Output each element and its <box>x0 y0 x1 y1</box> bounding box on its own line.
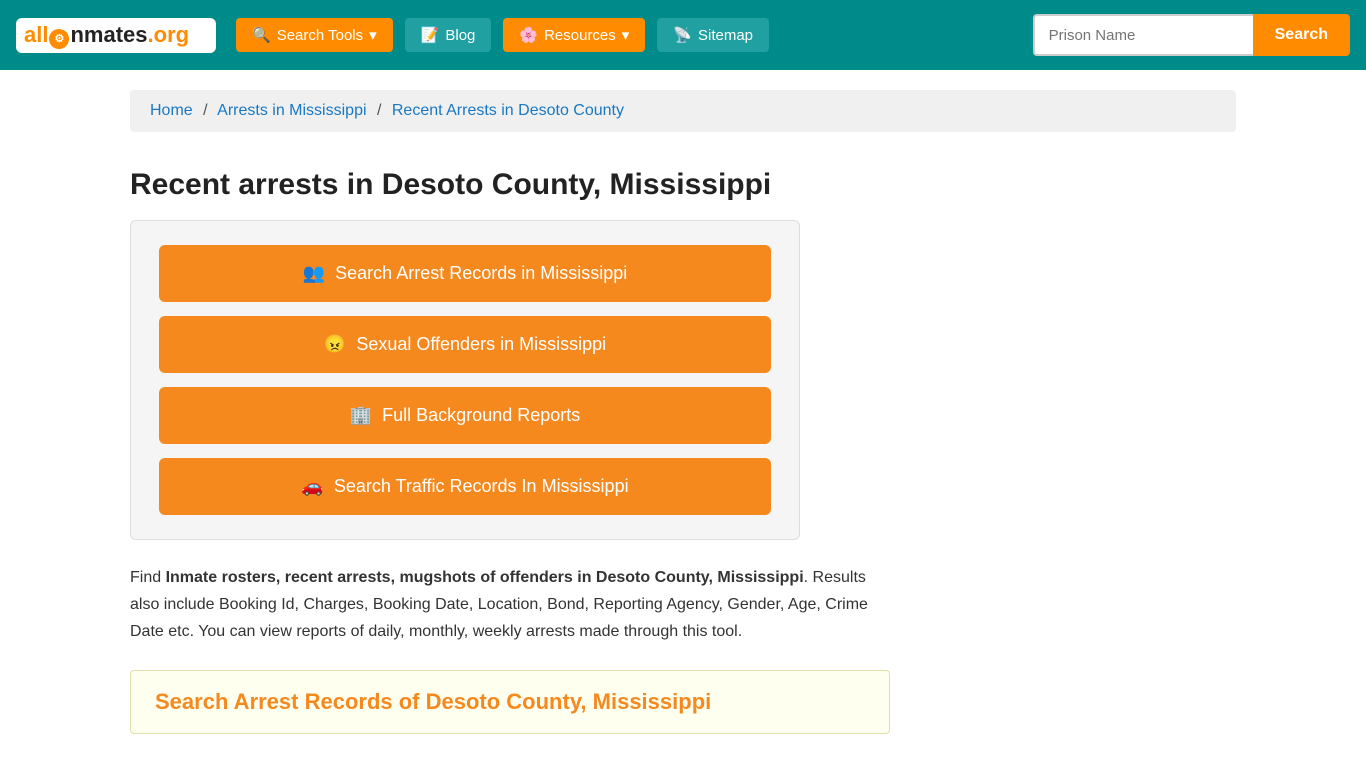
sexual-offenders-button[interactable]: 😠 Sexual Offenders in Mississippi <box>159 316 771 373</box>
arrest-records-icon: 👥 <box>303 263 325 284</box>
header: all⚙nmates.org 🔍 Search Tools ▾ 📝 Blog 🌸… <box>0 0 1366 70</box>
page-title: Recent arrests in Desoto County, Mississ… <box>130 168 1236 202</box>
search-tools-label: Search Tools <box>277 27 363 44</box>
prison-name-input[interactable] <box>1033 14 1253 56</box>
traffic-records-button[interactable]: 🚗 Search Traffic Records In Mississippi <box>159 458 771 515</box>
search-tools-icon: 🔍 <box>252 26 271 44</box>
arrest-records-button[interactable]: 👥 Search Arrest Records in Mississippi <box>159 245 771 302</box>
search-section: Search Arrest Records of Desoto County, … <box>130 670 890 734</box>
action-button-box: 👥 Search Arrest Records in Mississippi 😠… <box>130 220 800 540</box>
resources-label: Resources <box>544 27 616 44</box>
sexual-offenders-label: Sexual Offenders in Mississippi <box>356 334 606 355</box>
header-search: Search <box>1033 14 1350 56</box>
breadcrumb-home[interactable]: Home <box>150 102 193 119</box>
blog-icon: 📝 <box>421 26 440 44</box>
traffic-records-label: Search Traffic Records In Mississippi <box>334 476 629 497</box>
header-search-button[interactable]: Search <box>1253 14 1350 56</box>
background-reports-button[interactable]: 🏢 Full Background Reports <box>159 387 771 444</box>
breadcrumb: Home / Arrests in Mississippi / Recent A… <box>130 90 1236 132</box>
search-tools-button[interactable]: 🔍 Search Tools ▾ <box>236 18 393 52</box>
header-search-label: Search <box>1275 26 1328 43</box>
breadcrumb-sep-1: / <box>203 102 207 119</box>
sitemap-button[interactable]: 📡 Sitemap <box>657 18 769 52</box>
desc-bold: Inmate rosters, recent arrests, mugshots… <box>166 569 804 586</box>
background-reports-icon: 🏢 <box>350 405 372 426</box>
desc-intro: Find <box>130 569 166 586</box>
resources-chevron: ▾ <box>622 26 630 44</box>
logo[interactable]: all⚙nmates.org <box>16 18 216 53</box>
sitemap-label: Sitemap <box>698 27 753 44</box>
breadcrumb-arrests-mississippi[interactable]: Arrests in Mississippi <box>217 102 366 119</box>
main-content: Recent arrests in Desoto County, Mississ… <box>0 132 1366 754</box>
sitemap-icon: 📡 <box>673 26 692 44</box>
blog-button[interactable]: 📝 Blog <box>405 18 492 52</box>
traffic-records-icon: 🚗 <box>301 476 323 497</box>
breadcrumb-sep-2: / <box>377 102 381 119</box>
blog-label: Blog <box>445 27 475 44</box>
arrest-records-label: Search Arrest Records in Mississippi <box>335 263 627 284</box>
resources-button[interactable]: 🌸 Resources ▾ <box>503 18 645 52</box>
search-section-title: Search Arrest Records of Desoto County, … <box>155 689 865 715</box>
background-reports-label: Full Background Reports <box>382 405 580 426</box>
breadcrumb-current: Recent Arrests in Desoto County <box>392 102 624 119</box>
sexual-offenders-icon: 😠 <box>324 334 346 355</box>
description-text: Find Inmate rosters, recent arrests, mug… <box>130 564 890 646</box>
logo-text: all⚙nmates.org <box>24 22 189 49</box>
resources-icon: 🌸 <box>519 26 538 44</box>
logo-icon: ⚙ <box>49 29 69 49</box>
search-tools-chevron: ▾ <box>369 26 377 44</box>
